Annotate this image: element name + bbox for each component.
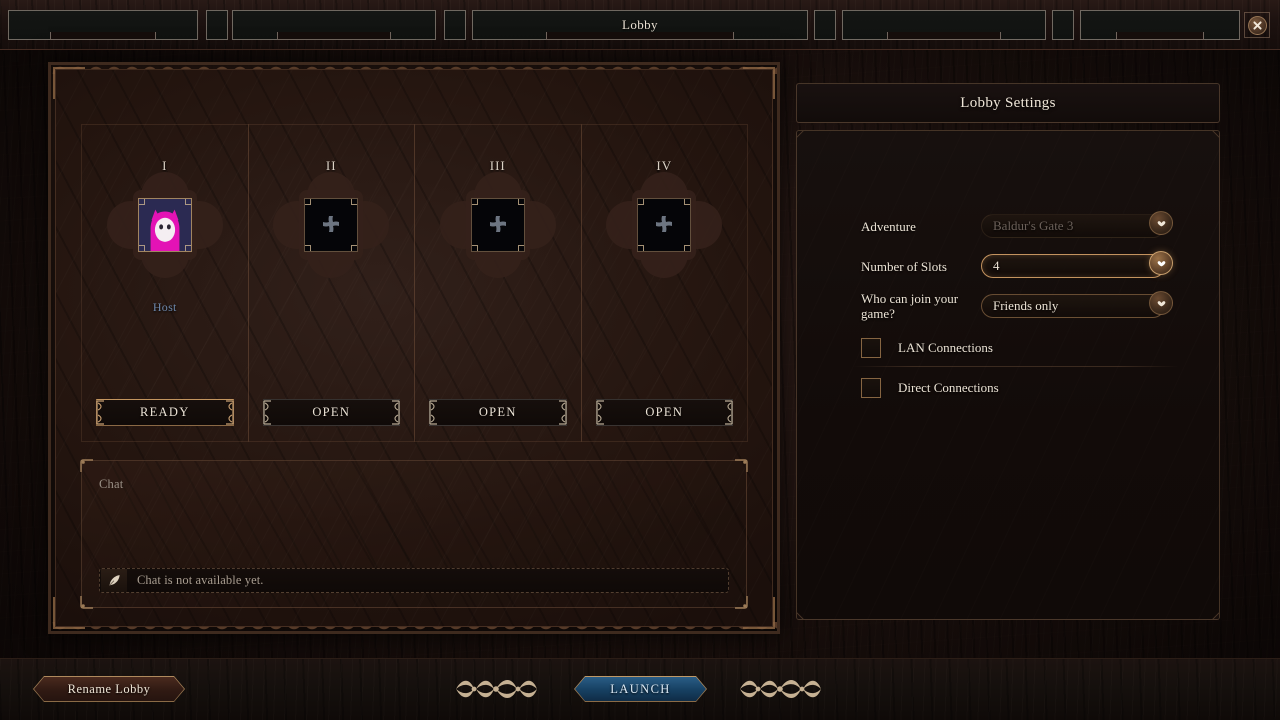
launch-label: LAUNCH — [610, 681, 671, 696]
slot-portrait-area[interactable] — [606, 172, 723, 278]
chat-corner-ornament-top-left — [80, 459, 94, 473]
chevron-down-icon[interactable] — [1149, 211, 1173, 235]
launch-button[interactable]: LAUNCH — [574, 676, 707, 702]
slot-ready-button[interactable]: READY — [96, 399, 234, 426]
title-bar-segment-4[interactable] — [444, 10, 466, 40]
lobby-settings-panel: Lobby Settings Adventure Baldur's Gate 3… — [796, 62, 1220, 634]
title-bar-segment-8[interactable] — [1052, 10, 1074, 40]
button-ornament-right — [558, 400, 567, 425]
setting-row-who-can-join: Who can join your game? Friends only — [797, 289, 1219, 323]
slot-button-label: OPEN — [478, 405, 517, 419]
direct-connections-label: Direct Connections — [898, 380, 999, 395]
rename-lobby-label: Rename Lobby — [67, 681, 151, 696]
slot-portrait-area[interactable] — [106, 172, 223, 278]
player-slot-4[interactable]: IV OPEN — [580, 124, 748, 442]
player-slot-2[interactable]: II OPEN — [247, 124, 415, 442]
settings-header: Lobby Settings — [796, 83, 1220, 123]
footer-bar: Rename Lobby LAUNCH — [0, 658, 1280, 720]
chat-corner-ornament-top-right — [734, 459, 748, 473]
close-button[interactable] — [1244, 12, 1270, 38]
title-bar: Lobby — [0, 0, 1280, 50]
number-of-slots-label: Number of Slots — [861, 258, 947, 274]
button-ornament-right — [391, 400, 400, 425]
direct-connections-checkbox[interactable] — [861, 378, 881, 398]
window-title: Lobby — [622, 17, 658, 32]
adventure-label: Adventure — [861, 218, 916, 234]
empty-slot-cross-icon — [654, 215, 674, 235]
button-ornament-right — [225, 400, 234, 425]
chat-corner-ornament-bottom-right — [734, 595, 748, 609]
player-slot-1[interactable]: I Host READY — [81, 124, 249, 442]
empty-slot-portrait[interactable] — [470, 198, 525, 252]
empty-slot-portrait[interactable] — [304, 198, 359, 252]
setting-row-lan-connections[interactable]: LAN Connections — [797, 333, 1219, 363]
empty-slot-cross-icon — [321, 215, 341, 235]
slot-open-button[interactable]: OPEN — [595, 399, 733, 426]
chat-panel: Chat Chat is not available yet. — [80, 459, 748, 609]
who-can-join-value: Friends only — [993, 298, 1059, 313]
button-ornament-left — [262, 400, 272, 425]
button-ornament-left — [96, 400, 105, 425]
setting-row-adventure: Adventure Baldur's Gate 3 — [797, 209, 1219, 243]
number-of-slots-dropdown[interactable]: 4 — [981, 251, 1173, 278]
title-bar-segment-9[interactable] — [1080, 10, 1240, 40]
adventure-dropdown[interactable]: Baldur's Gate 3 — [981, 211, 1173, 238]
title-bar-segment-6[interactable] — [814, 10, 836, 40]
slot-button-label: OPEN — [312, 405, 351, 419]
empty-slot-portrait[interactable] — [637, 198, 692, 252]
player-slot-3[interactable]: III OPEN — [414, 124, 582, 442]
who-can-join-label: Who can join your game? — [861, 291, 959, 321]
slot-portrait-area[interactable] — [273, 172, 390, 278]
lan-connections-checkbox[interactable] — [861, 338, 881, 358]
slot-open-button[interactable]: OPEN — [262, 399, 400, 426]
setting-row-number-of-slots: Number of Slots 4 — [797, 249, 1219, 283]
title-bar-segment-1[interactable] — [8, 10, 198, 40]
slot-portrait-area[interactable] — [439, 172, 556, 278]
rename-lobby-button[interactable]: Rename Lobby — [33, 676, 185, 702]
settings-divider — [853, 366, 1179, 367]
slot-button-label: READY — [139, 405, 190, 419]
footer-filigree-left — [452, 674, 544, 704]
adventure-value: Baldur's Gate 3 — [993, 218, 1074, 233]
chat-input-placeholder: Chat is not available yet. — [137, 573, 264, 587]
lobby-main-panel: I Host READY II OPEN III OPEN IV OPEN Ch… — [48, 62, 780, 634]
pink-hooded-cat-avatar[interactable] — [137, 198, 192, 252]
slot-status-label: Host — [152, 300, 177, 314]
chat-title: Chat — [99, 477, 124, 491]
title-bar-segment-2[interactable] — [206, 10, 228, 40]
window-title-tab[interactable]: Lobby — [472, 10, 808, 40]
footer-filigree-right — [736, 674, 828, 704]
main-panel-inner: I Host READY II OPEN III OPEN IV OPEN Ch… — [55, 69, 773, 627]
chat-input[interactable]: Chat is not available yet. — [99, 568, 729, 593]
lan-connections-label: LAN Connections — [898, 340, 993, 355]
settings-body: Adventure Baldur's Gate 3 Number of Slot… — [796, 130, 1220, 620]
button-ornament-left — [429, 400, 438, 425]
button-ornament-left — [595, 400, 605, 425]
slot-open-button[interactable]: OPEN — [429, 399, 567, 426]
close-x-icon — [1247, 15, 1267, 35]
quill-icon — [101, 569, 127, 592]
setting-row-direct-connections[interactable]: Direct Connections — [797, 373, 1219, 403]
slot-button-label: OPEN — [645, 405, 684, 419]
title-bar-segment-7[interactable] — [842, 10, 1046, 40]
player-slots-row: I Host READY II OPEN III OPEN IV OPEN — [81, 124, 748, 442]
settings-title: Lobby Settings — [960, 94, 1056, 111]
chevron-down-icon[interactable] — [1149, 291, 1173, 315]
button-ornament-right — [724, 400, 733, 425]
number-of-slots-field-box — [981, 254, 1165, 278]
empty-slot-cross-icon — [488, 215, 508, 235]
chat-corner-ornament-bottom-left — [80, 595, 94, 609]
number-of-slots-value: 4 — [993, 258, 1000, 273]
who-can-join-dropdown[interactable]: Friends only — [981, 291, 1173, 318]
chevron-down-icon[interactable] — [1149, 251, 1173, 275]
title-bar-segment-3[interactable] — [232, 10, 436, 40]
